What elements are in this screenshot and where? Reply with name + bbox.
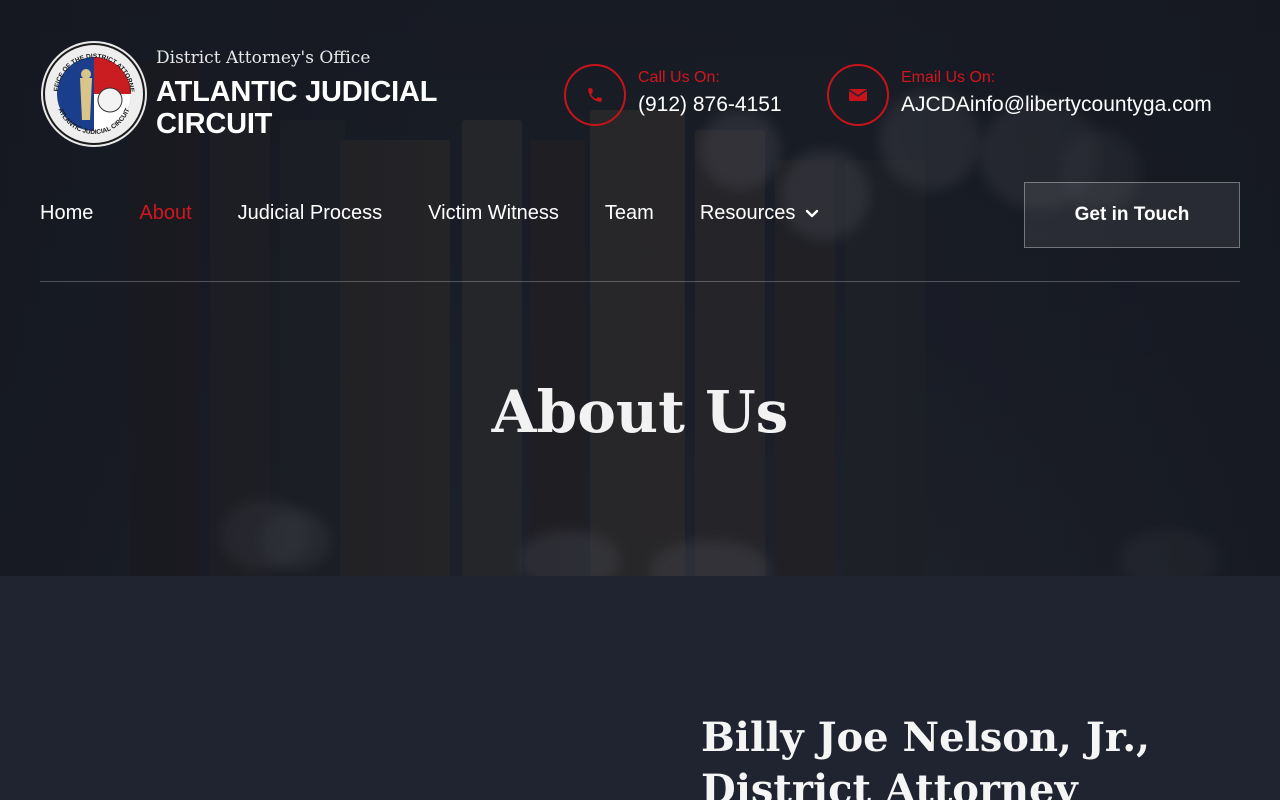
phone-label: Call Us On: xyxy=(638,69,720,86)
phone-contact[interactable]: Call Us On: (912) 876-4151 xyxy=(564,64,782,126)
hero-banner: OFFICE OF THE DISTRICT ATTORNEY ATLANTIC… xyxy=(0,0,1280,576)
phone-number-link[interactable]: (912) 876-4151 xyxy=(638,93,782,117)
brand-name[interactable]: ATLANTIC JUDICIAL CIRCUIT xyxy=(156,76,437,140)
chevron-down-icon xyxy=(806,209,819,217)
nav-item-resources-label: Resources xyxy=(699,202,796,224)
nav-item-about[interactable]: About xyxy=(139,202,191,225)
nav-item-team[interactable]: Team xyxy=(605,202,654,225)
nav-item-resources[interactable]: Resources xyxy=(700,202,820,225)
main-nav: Home About Judicial Process Victim Witne… xyxy=(40,202,865,225)
nav-item-victim-witness[interactable]: Victim Witness xyxy=(428,202,559,225)
phone-icon xyxy=(564,64,626,126)
header-divider xyxy=(40,281,1240,282)
email-icon xyxy=(827,64,889,126)
email-contact[interactable]: Email Us On: AJCDAinfo@libertycountyga.c… xyxy=(827,64,1212,126)
get-in-touch-button[interactable]: Get in Touch xyxy=(1024,182,1240,248)
profile-name: Billy Joe Nelson, Jr., xyxy=(701,714,1151,761)
page-title: About Us xyxy=(491,378,789,446)
atlantic-judicial-circuit-seal-logo[interactable]: OFFICE OF THE DISTRICT ATTORNEY ATLANTIC… xyxy=(40,40,148,148)
email-address-link[interactable]: AJCDAinfo@libertycountyga.com xyxy=(901,93,1212,117)
brand-name-line1: ATLANTIC JUDICIAL xyxy=(156,76,438,108)
nav-item-home[interactable]: Home xyxy=(40,202,93,225)
email-label: Email Us On: xyxy=(901,69,996,86)
brand-name-line2: CIRCUIT xyxy=(156,108,273,140)
profile-heading: Billy Joe Nelson, Jr., District Attorney xyxy=(701,712,1261,800)
brand-subtitle: District Attorney's Office xyxy=(156,48,371,68)
nav-item-judicial-process[interactable]: Judicial Process xyxy=(238,202,383,225)
profile-role: District Attorney xyxy=(701,766,1078,800)
